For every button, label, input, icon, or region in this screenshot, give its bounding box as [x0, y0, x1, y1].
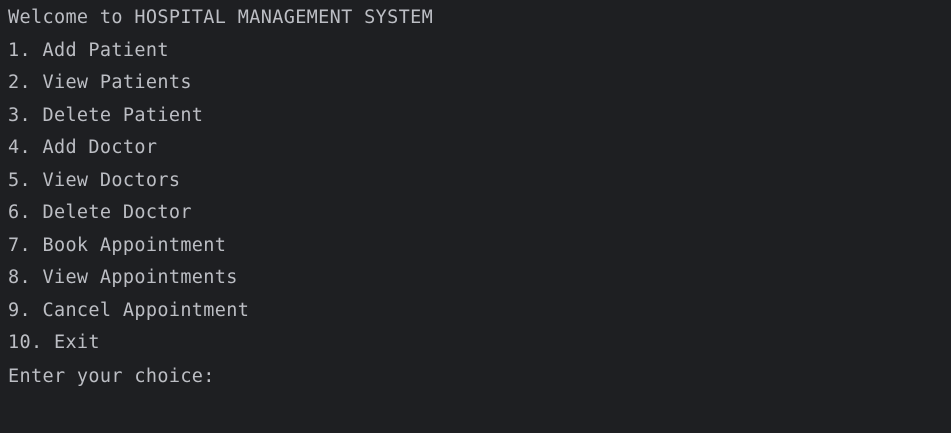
- choice-input[interactable]: [226, 365, 427, 388]
- welcome-line: Welcome to HOSPITAL MANAGEMENT SYSTEM: [8, 7, 434, 28]
- menu-option-view-appointments: 8. View Appointments: [8, 267, 238, 288]
- menu-option-delete-doctor: 6. Delete Doctor: [8, 202, 192, 223]
- menu-option-add-patient: 1. Add Patient: [8, 39, 169, 61]
- choice-prompt-row: Enter your choice:: [8, 361, 951, 394]
- menu-option-view-doctors: 5. View Doctors: [8, 169, 181, 191]
- console-output: Welcome to HOSPITAL MANAGEMENT SYSTEM 1.…: [0, 0, 951, 433]
- menu-option-view-patients: 2. View Patients: [8, 72, 192, 93]
- menu-option-book-appointment: 7. Book Appointment: [8, 234, 227, 256]
- choice-prompt-label: Enter your choice:: [8, 365, 215, 387]
- menu-option-add-doctor: 4. Add Doctor: [8, 137, 158, 158]
- menu-option-exit: 10. Exit: [8, 332, 100, 353]
- menu-option-delete-patient: 3. Delete Patient: [8, 104, 204, 126]
- menu-option-cancel-appointment: 9. Cancel Appointment: [8, 299, 250, 321]
